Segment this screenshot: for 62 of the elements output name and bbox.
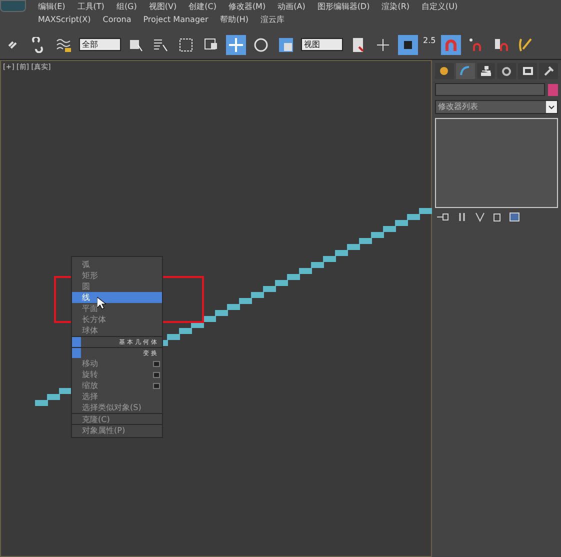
settings-box-icon[interactable] [153, 382, 160, 388]
menu-item[interactable]: 动画(A) [278, 0, 306, 13]
context-menu-item[interactable]: 旋转 [72, 369, 162, 380]
settings-box-icon[interactable] [153, 360, 160, 366]
context-menu-item[interactable]: 线 [72, 292, 162, 303]
section-marker [72, 337, 81, 347]
menu-item[interactable]: 图形编辑器(D) [317, 0, 370, 13]
menu-item[interactable]: Project Manager [143, 13, 208, 26]
mirror-icon[interactable] [398, 34, 418, 54]
display-tab[interactable] [518, 63, 538, 79]
context-menu-item[interactable]: 对象属性(P) [72, 424, 162, 435]
clock-icon [502, 66, 512, 76]
context-menu-item[interactable]: 长方体 [72, 314, 162, 325]
hierarchy-tab[interactable] [476, 63, 496, 79]
context-menu-item[interactable]: 球体 [72, 325, 162, 336]
monitor-icon [522, 67, 533, 75]
motion-tab[interactable] [497, 63, 516, 79]
modifier-list-dropdown[interactable]: 修改器列表 [435, 100, 558, 114]
chevron-icon [546, 101, 557, 113]
context-menu-item[interactable]: 圆 [72, 281, 162, 292]
menu-item[interactable]: 渲云库 [260, 13, 284, 26]
context-menu-item[interactable]: 缩放 [72, 380, 162, 391]
menu-item[interactable]: 修改器(M) [228, 0, 266, 13]
menu-item[interactable]: 渲染(R) [382, 0, 410, 13]
cursor-icon [97, 297, 106, 310]
menu-item[interactable]: 工具(T) [77, 0, 104, 13]
hammer-icon [544, 66, 554, 76]
menu-item[interactable]: 自定义(U) [422, 0, 458, 13]
object-name-field[interactable] [435, 83, 545, 96]
context-menu-item[interactable]: 移动 [72, 358, 162, 369]
hierarchy-icon [481, 66, 492, 76]
menu-item[interactable]: 编辑(E) [38, 0, 66, 13]
angle-snap-toggle[interactable]: 2.5 [423, 34, 436, 54]
menu-item[interactable]: 组(G) [116, 0, 137, 13]
context-menu-item[interactable]: 平面 [72, 303, 162, 314]
pin-icon[interactable] [437, 213, 449, 221]
context-menu-item[interactable]: 选择 [72, 391, 162, 402]
context-menu-item[interactable]: 选择类似对象(S) [72, 402, 162, 413]
window-icon[interactable] [509, 212, 520, 222]
context-menu-item[interactable]: 弧 [72, 259, 162, 270]
utilities-tab[interactable] [539, 63, 558, 79]
create-tab[interactable] [435, 63, 454, 79]
move-icon[interactable] [226, 34, 246, 54]
menu-item[interactable]: Corona [102, 13, 132, 26]
context-menu-item[interactable]: 克隆(C) [72, 413, 162, 424]
object-color-swatch[interactable] [548, 84, 558, 96]
menu-item[interactable]: 帮助(H) [220, 13, 248, 26]
settings-box-icon[interactable] [153, 372, 160, 378]
funnel-icon[interactable] [475, 212, 485, 222]
modify-tab[interactable] [456, 63, 475, 79]
bars-icon[interactable] [457, 212, 467, 222]
menu-item[interactable]: 创建(C) [188, 0, 216, 13]
magnet-icon[interactable] [440, 34, 461, 54]
menu-item[interactable]: 视图(V) [148, 0, 177, 13]
sun-icon [440, 67, 448, 75]
modifier-list-label: 修改器列表 [437, 101, 479, 113]
selection-filter-dropdown[interactable]: 全部 [79, 38, 121, 51]
reference-coordinate-dropdown[interactable]: 视图 [301, 38, 343, 51]
menu-item[interactable]: MAXScript(X) [38, 13, 91, 26]
context-menu-item[interactable]: 矩形 [72, 270, 162, 281]
curve-icon [460, 66, 470, 76]
section-marker [72, 348, 81, 358]
